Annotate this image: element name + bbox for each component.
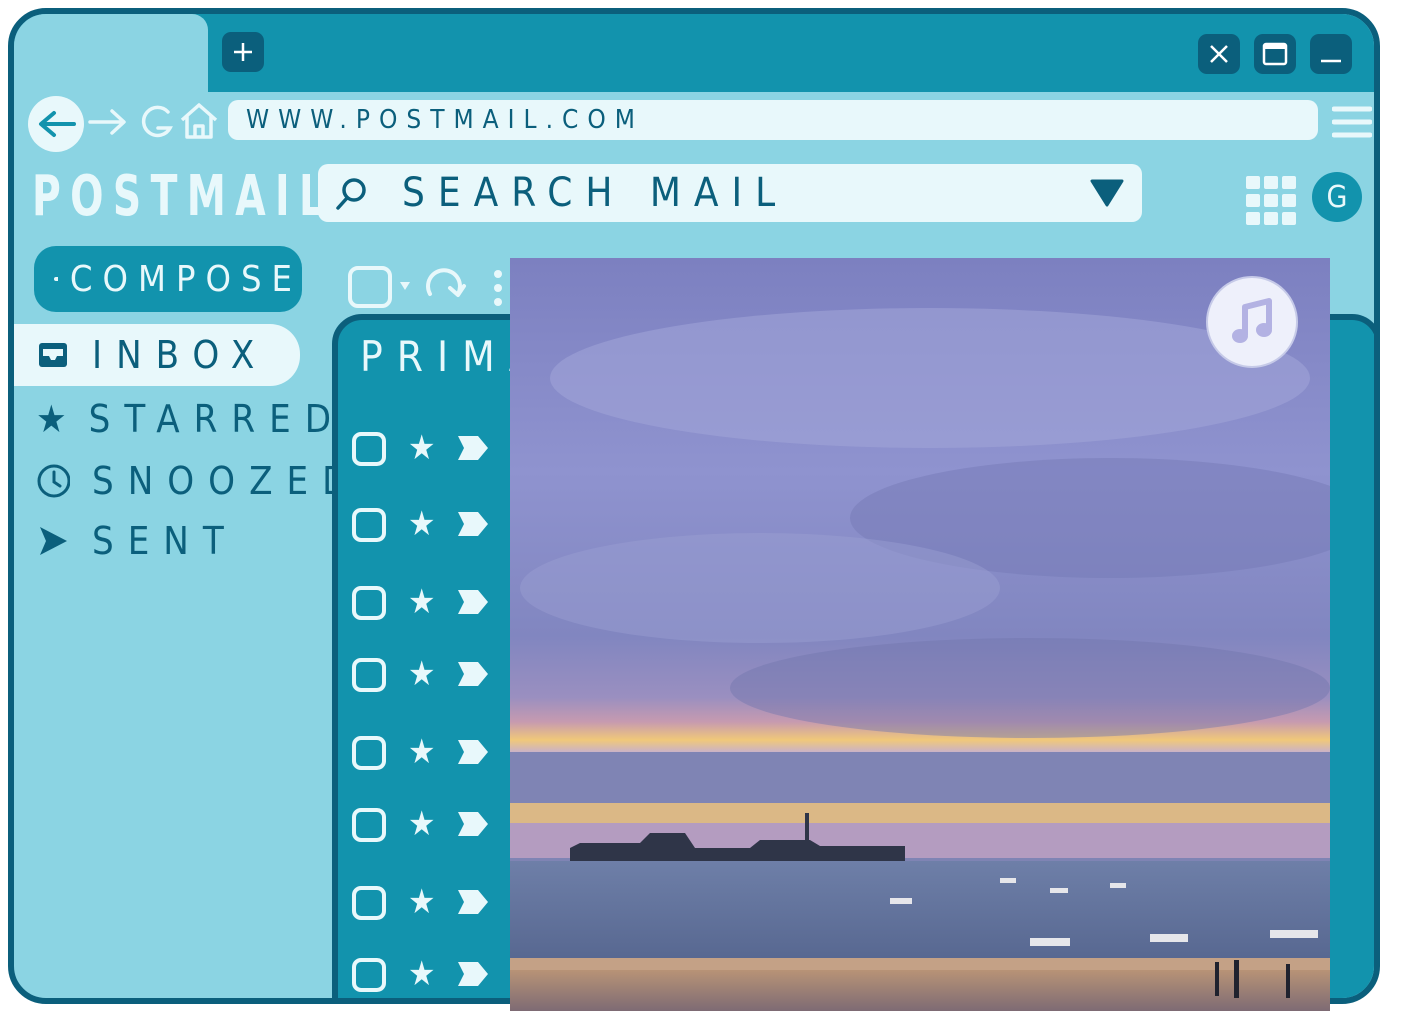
list-item[interactable]: ★ [352,652,512,702]
row-checkbox[interactable] [352,808,386,842]
row-checkbox[interactable] [352,658,386,692]
minimize-button[interactable] [1310,34,1352,74]
star-icon[interactable]: ★ [408,804,435,844]
plus-icon [54,277,58,281]
search-bar[interactable]: SEARCH MAIL [318,164,1142,222]
important-marker-icon[interactable] [456,738,490,766]
back-button[interactable] [28,96,84,152]
important-marker-icon[interactable] [456,510,490,538]
star-icon: ★ [36,397,67,441]
title-bar [14,14,1374,92]
search-input[interactable]: SEARCH MAIL [402,164,788,222]
sidebar-item-label: INBOX [92,333,269,377]
star-icon[interactable]: ★ [408,654,435,694]
row-checkbox[interactable] [352,958,386,992]
account-avatar[interactable]: G [1312,172,1362,222]
browser-tab[interactable] [14,14,208,98]
sidebar-item-starred[interactable]: ★ STARRED [14,388,331,450]
important-marker-icon[interactable] [456,434,490,462]
select-all-checkbox[interactable] [348,266,392,308]
clock-icon [36,464,70,498]
send-icon [36,524,70,558]
inbox-icon [36,338,70,372]
music-button[interactable] [1206,276,1298,368]
minimize-icon [1321,59,1341,63]
maximize-button[interactable] [1254,34,1296,74]
search-options-icon[interactable] [1090,178,1124,208]
back-arrow-icon [39,111,76,137]
row-checkbox[interactable] [352,508,386,542]
compose-button[interactable]: COMPOSE [34,246,302,312]
more-options-icon[interactable] [492,268,504,308]
important-marker-icon[interactable] [456,888,490,916]
close-icon [1210,45,1228,63]
star-icon[interactable]: ★ [408,504,435,544]
star-icon[interactable]: ★ [408,428,435,468]
sidebar-item-label: SENT [92,519,238,563]
forward-button[interactable] [88,104,130,144]
row-checkbox[interactable] [352,736,386,770]
row-checkbox[interactable] [352,886,386,920]
star-icon[interactable]: ★ [408,732,435,772]
list-item[interactable]: ★ [352,952,512,998]
browser-menu-button[interactable] [1331,104,1373,144]
new-tab-button[interactable] [222,32,264,72]
sidebar-item-sent[interactable]: SENT [14,510,314,572]
row-checkbox[interactable] [352,432,386,466]
plus-icon [234,43,252,61]
compose-label: COMPOSE [69,258,302,300]
forward-arrow-icon [88,109,126,135]
apps-button[interactable] [1246,176,1298,230]
address-bar[interactable]: WWW.POSTMAIL.COM [228,100,1318,140]
star-icon[interactable]: ★ [408,882,435,922]
list-item[interactable]: ★ [352,426,512,476]
star-icon[interactable]: ★ [408,582,435,622]
search-icon [336,178,366,210]
sunset-beach-photo [510,258,1330,1011]
home-icon [180,103,218,139]
list-item[interactable]: ★ [352,502,512,552]
sidebar-item-inbox[interactable]: INBOX [14,324,300,386]
list-item[interactable]: ★ [352,802,512,852]
important-marker-icon[interactable] [456,960,490,988]
list-item[interactable]: ★ [352,730,512,780]
sidebar-item-label: SNOOZED [92,459,363,503]
hamburger-menu-icon [1331,106,1373,138]
home-button[interactable] [178,100,220,146]
star-icon[interactable]: ★ [408,954,435,994]
list-item[interactable]: ★ [352,580,512,630]
refresh-icon[interactable] [422,264,468,308]
important-marker-icon[interactable] [456,660,490,688]
row-checkbox[interactable] [352,586,386,620]
list-item[interactable]: ★ [352,880,512,930]
reload-icon [141,105,173,138]
reload-button[interactable] [136,102,176,146]
close-button[interactable] [1198,34,1240,74]
music-note-icon [1232,298,1272,343]
app-logo: POSTMAIL [32,164,334,229]
maximize-icon [1262,42,1288,66]
important-marker-icon[interactable] [456,588,490,616]
select-dropdown-icon[interactable] [398,280,412,292]
sidebar-item-snoozed[interactable]: SNOOZED [14,450,348,512]
sidebar-item-label: STARRED [88,397,346,441]
apps-grid-icon [1246,176,1296,225]
important-marker-icon[interactable] [456,810,490,838]
